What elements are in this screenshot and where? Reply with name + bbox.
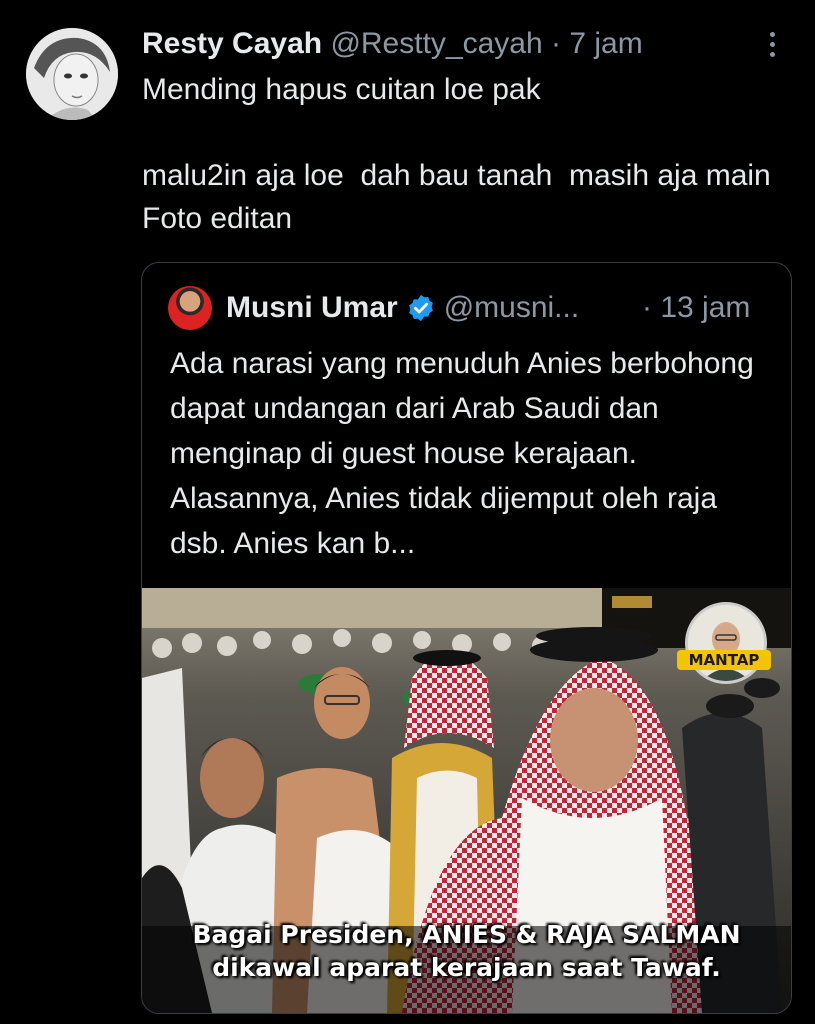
- quoted-text-body: Ada narasi yang menuduh Anies berbohong …: [170, 347, 754, 560]
- quoted-author-handle: @musni...: [443, 291, 580, 324]
- reply-text: Mending hapus cuitan loe pak malu2in aja…: [142, 68, 802, 240]
- caption-line2: dikawal aparat kerajaan saat Tawaf.: [212, 953, 721, 982]
- quoted-timestamp: · 13 jam: [642, 285, 750, 331]
- quoted-author-name: Musni Umar: [226, 291, 398, 324]
- reply-timestamp[interactable]: 7 jam: [569, 27, 642, 60]
- verified-badge-icon: [408, 294, 433, 322]
- sketch-portrait-image: [26, 28, 118, 120]
- image-caption: Bagai Presiden, ANIES & RAJA SALMAN dika…: [142, 918, 791, 984]
- separator-dot: ·: [642, 291, 652, 324]
- quoted-author-avatar: [168, 286, 212, 330]
- quoted-header: Musni Umar @musni...: [168, 285, 579, 331]
- more-vertical-icon[interactable]: [757, 22, 787, 66]
- badge-label: MANTAP: [677, 650, 771, 670]
- reply-tweet[interactable]: Resty Cayah @Restty_cayah · 7 jam Mendin…: [0, 0, 815, 1024]
- reply-header: Resty Cayah @Restty_cayah · 7 jam: [142, 22, 643, 66]
- mantap-badge: MANTAP: [677, 602, 771, 684]
- reply-text-line2: malu2in aja loe dah bau tanah masih aja …: [142, 159, 788, 235]
- quoted-text: Ada narasi yang menuduh Anies berbohong …: [170, 341, 770, 566]
- separator-dot: ·: [551, 27, 561, 60]
- reply-text-line1: Mending hapus cuitan loe pak: [142, 73, 541, 106]
- reply-author-handle[interactable]: @Restty_cayah: [330, 27, 542, 60]
- caption-line1: Bagai Presiden, ANIES & RAJA SALMAN: [192, 920, 741, 949]
- quoted-tweet-card[interactable]: Musni Umar @musni... · 13 jam Ada narasi…: [141, 262, 792, 1014]
- reply-author-name[interactable]: Resty Cayah: [142, 27, 322, 60]
- quoted-photo[interactable]: MANTAP Bagai Presiden, ANIES & RAJA SALM…: [142, 588, 791, 1013]
- quoted-time-value: 13 jam: [660, 291, 751, 324]
- reply-author-avatar[interactable]: [26, 28, 118, 120]
- badge-portrait: [685, 602, 767, 684]
